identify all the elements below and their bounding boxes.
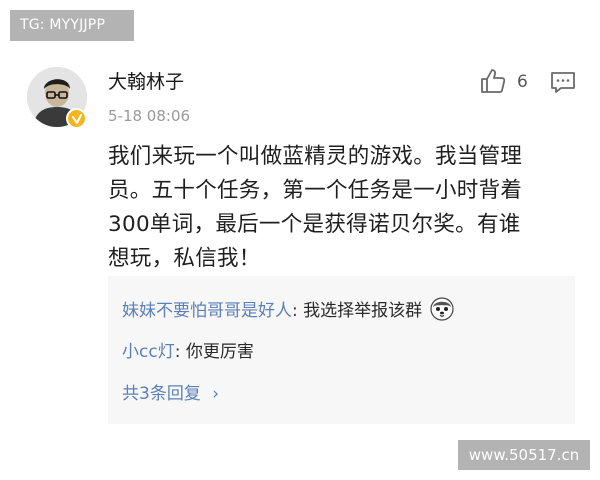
watermark-bottom: www.50517.cn (458, 440, 590, 470)
reply-text: 我选择举报该群 (303, 301, 423, 321)
post-text-line: 我们来玩一个叫做蓝精灵的游戏。我当管理 (108, 144, 523, 169)
reply-separator: : (292, 301, 304, 321)
reply-author[interactable]: 妹妹不要怕哥哥是好人 (122, 301, 292, 321)
reply-item: 妹妹不要怕哥哥是好人: 我选择举报该群 (122, 297, 454, 323)
comment-icon[interactable] (549, 68, 577, 96)
post-text-line: 300单词，最后一个是获得诺贝尔奖。有谁 (108, 212, 521, 237)
view-more-replies-link[interactable]: 共3条回复 › (122, 382, 219, 406)
replies-panel: 妹妹不要怕哥哥是好人: 我选择举报该群 小cc灯: 你更厉害 共3条回复 › (108, 276, 575, 424)
reply-author[interactable]: 小cc灯 (122, 342, 175, 362)
post-body: 我们来玩一个叫做蓝精灵的游戏。我当管理 员。五十个任务，第一个任务是一小时背着 … (108, 140, 588, 276)
post-text-line: 想玩，私信我！ (108, 246, 261, 271)
post-text-line: 员。五十个任务，第一个任务是一小时背着 (108, 178, 523, 203)
post-username[interactable]: 大翰林子 (108, 70, 184, 94)
watermark-top: TG: MYYJJPP (10, 10, 134, 41)
reply-item: 小cc灯: 你更厉害 (122, 340, 254, 364)
like-count: 6 (517, 72, 528, 92)
thumbs-up-icon[interactable] (478, 66, 508, 96)
post-timestamp: 5-18 08:06 (108, 107, 191, 125)
more-replies-label: 共3条回复 (122, 384, 201, 404)
reply-text: 你更厉害 (185, 342, 254, 362)
verified-badge-icon (66, 108, 87, 129)
husky-face-emoji-icon (429, 297, 454, 321)
reply-separator: : (174, 342, 186, 362)
chevron-right-icon: › (212, 384, 220, 404)
